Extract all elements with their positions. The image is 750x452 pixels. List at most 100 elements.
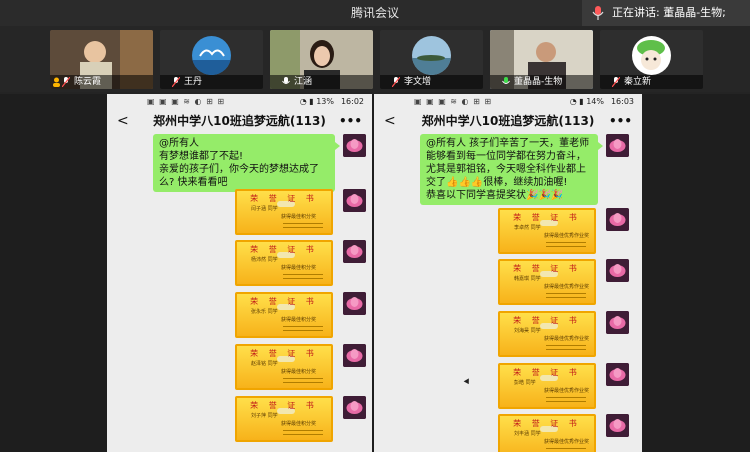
cert-name: 刘海昊 同学	[514, 328, 541, 334]
mic-muted-icon	[62, 77, 70, 87]
cert-award: 获得最佳优秀作业奖	[544, 336, 590, 342]
certificate-image[interactable]: 荣 誉 证 书 张永乐 同学 获得最佳积分奖	[235, 292, 333, 338]
cert-line	[546, 345, 586, 346]
cert-name: 韩嘉琪 同学	[514, 276, 541, 282]
cert-title: 荣 誉 证 书	[513, 213, 581, 222]
participant-name: 李文增	[404, 77, 432, 87]
speaker-mic-icon	[592, 6, 604, 20]
participant-tile-5[interactable]: 秦立新	[600, 30, 703, 89]
certificate-image[interactable]: 荣 誉 证 书 韩嘉琪 同学 获得最佳优秀作业奖	[498, 259, 596, 305]
certificate-image[interactable]: 荣 誉 证 书 刘海昊 同学 获得最佳优秀作业奖	[498, 311, 596, 357]
sender-avatar	[343, 396, 366, 419]
participant-tile-1[interactable]: 王丹	[160, 30, 263, 89]
more-button[interactable]: •••	[609, 110, 632, 132]
sender-avatar	[606, 363, 629, 386]
cert-award: 获得最佳积分奖	[281, 214, 317, 220]
certificate-image[interactable]: 荣 誉 证 书 闫子涵 同学 获得最佳积分奖	[235, 189, 333, 235]
cert-line	[283, 330, 323, 331]
cert-title: 荣 誉 证 书	[250, 297, 318, 306]
battery-indicator: ◔ ▮ 13%	[299, 97, 334, 106]
cert-line	[546, 448, 586, 449]
cert-name: 刘丰涵 同学	[514, 431, 541, 437]
back-button[interactable]: <	[384, 110, 396, 132]
cert-award: 获得最佳优秀作业奖	[544, 439, 590, 445]
chat-header: < 郑州中学八10班追梦远航(113) •••	[107, 110, 372, 132]
mic-muted-icon	[172, 77, 180, 87]
cert-title: 荣 誉 证 书	[250, 194, 318, 203]
cert-name: 闫子涵 同学	[251, 206, 278, 212]
status-bar: ▣ ▣ ▣ ≋ ◐ ⊞ ⊞ ◔ ▮ 13% 16:02	[107, 94, 372, 110]
cert-title: 荣 誉 证 书	[513, 419, 581, 428]
clock: 16:03	[610, 97, 634, 106]
participant-tile-4[interactable]: 董晶晶-生物	[490, 30, 593, 89]
sender-avatar	[343, 240, 366, 263]
cert-line	[546, 297, 586, 298]
certificate-image[interactable]: 荣 誉 证 书 杨沛然 同学 获得最佳积分奖	[235, 240, 333, 286]
user-icon	[53, 77, 60, 87]
sender-avatar	[343, 292, 366, 315]
chat-header: < 郑州中学八10班追梦远航(113) •••	[374, 110, 642, 132]
cert-line	[546, 397, 586, 398]
cert-name: 杨沛然 同学	[251, 257, 278, 263]
cert-title: 荣 誉 证 书	[513, 368, 581, 377]
cert-name: 赵泽铭 同学	[251, 361, 278, 367]
cert-title: 荣 誉 证 书	[250, 349, 318, 358]
status-icons: ▣ ▣ ▣ ≋ ◐ ⊞ ⊞	[414, 97, 493, 106]
sender-avatar	[606, 208, 629, 231]
avatar	[192, 36, 231, 75]
cert-line	[283, 223, 323, 224]
cert-line	[546, 242, 586, 243]
chat-message: @所有人 有梦想谁都了不起! 亲爱的孩子们，你今天的梦想达成了么? 快来看看吧	[153, 134, 340, 192]
right-phone-screen: ▣ ▣ ▣ ≋ ◐ ⊞ ⊞ ◔ ▮ 14% 16:03 < 郑州中学八10班追梦…	[374, 94, 642, 452]
cert-line	[283, 434, 323, 435]
chat-title: 郑州中学八10班追梦远航(113)	[153, 114, 326, 128]
participant-tile-0[interactable]: 陈云霞	[50, 30, 153, 89]
certificate-image[interactable]: 荣 誉 证 书 李卓然 同学 获得最佳优秀作业奖	[498, 208, 596, 254]
participant-name-bar: 江涵	[270, 75, 373, 89]
participant-name-bar: 董晶晶-生物	[490, 75, 593, 89]
sender-avatar	[606, 311, 629, 334]
status-icons: ▣ ▣ ▣ ≋ ◐ ⊞ ⊞	[147, 97, 226, 106]
battery-indicator: ◔ ▮ 14%	[569, 97, 604, 106]
chat-title: 郑州中学八10班追梦远航(113)	[421, 114, 595, 128]
cert-award: 获得最佳积分奖	[281, 421, 317, 427]
cert-award: 获得最佳优秀作业奖	[544, 284, 590, 290]
left-phone-screen: ▣ ▣ ▣ ≋ ◐ ⊞ ⊞ ◔ ▮ 13% 16:02 < 郑州中学八10班追梦…	[107, 94, 372, 452]
certificate-image[interactable]: 荣 誉 证 书 刘子萍 同学 获得最佳积分奖	[235, 396, 333, 442]
participant-name-bar: 王丹	[160, 75, 263, 89]
participant-name-bar: 李文增	[380, 75, 483, 89]
cert-title: 荣 誉 证 书	[513, 316, 581, 325]
participant-name-bar: 陈云霞	[50, 75, 153, 89]
cert-line	[283, 274, 323, 275]
cert-name: 彭皓 同学	[514, 380, 536, 386]
certificate-image[interactable]: 荣 誉 证 书 彭皓 同学 获得最佳优秀作业奖	[498, 363, 596, 409]
participant-tile-2[interactable]: 江涵	[270, 30, 373, 89]
clock: 16:02	[340, 97, 364, 106]
participant-strip: 陈云霞 王丹 江涵 李文增 董晶晶-生物 秦立新	[0, 26, 750, 92]
certificate-image[interactable]: 荣 誉 证 书 刘丰涵 同学 获得最佳优秀作业奖	[498, 414, 596, 452]
certificate-image[interactable]: 荣 誉 证 书 赵泽铭 同学 获得最佳积分奖	[235, 344, 333, 390]
cert-line	[283, 430, 323, 431]
participant-tile-3[interactable]: 李文增	[380, 30, 483, 89]
cert-name: 刘子萍 同学	[251, 413, 278, 419]
cert-line	[546, 349, 586, 350]
participant-name: 江涵	[294, 77, 313, 87]
mic-active-icon	[502, 77, 510, 84]
sender-avatar	[343, 189, 366, 212]
cert-line	[546, 246, 586, 247]
speaking-indicator: 正在讲话: 董晶晶-生物;	[582, 0, 750, 26]
cert-line	[546, 401, 586, 402]
cert-line	[546, 293, 586, 294]
more-button[interactable]: •••	[339, 110, 362, 132]
participant-name-bar: 秦立新	[600, 75, 703, 89]
cert-line	[283, 227, 323, 228]
sender-avatar	[343, 344, 366, 367]
back-button[interactable]: <	[117, 110, 129, 132]
cert-line	[283, 278, 323, 279]
cert-title: 荣 誉 证 书	[513, 264, 581, 273]
sender-avatar	[606, 259, 629, 282]
speaking-label: 正在讲话: 董晶晶-生物;	[612, 6, 726, 19]
cert-title: 荣 誉 证 书	[250, 401, 318, 410]
mic-muted-icon	[392, 77, 400, 87]
cert-award: 获得最佳优秀作业奖	[544, 388, 590, 394]
